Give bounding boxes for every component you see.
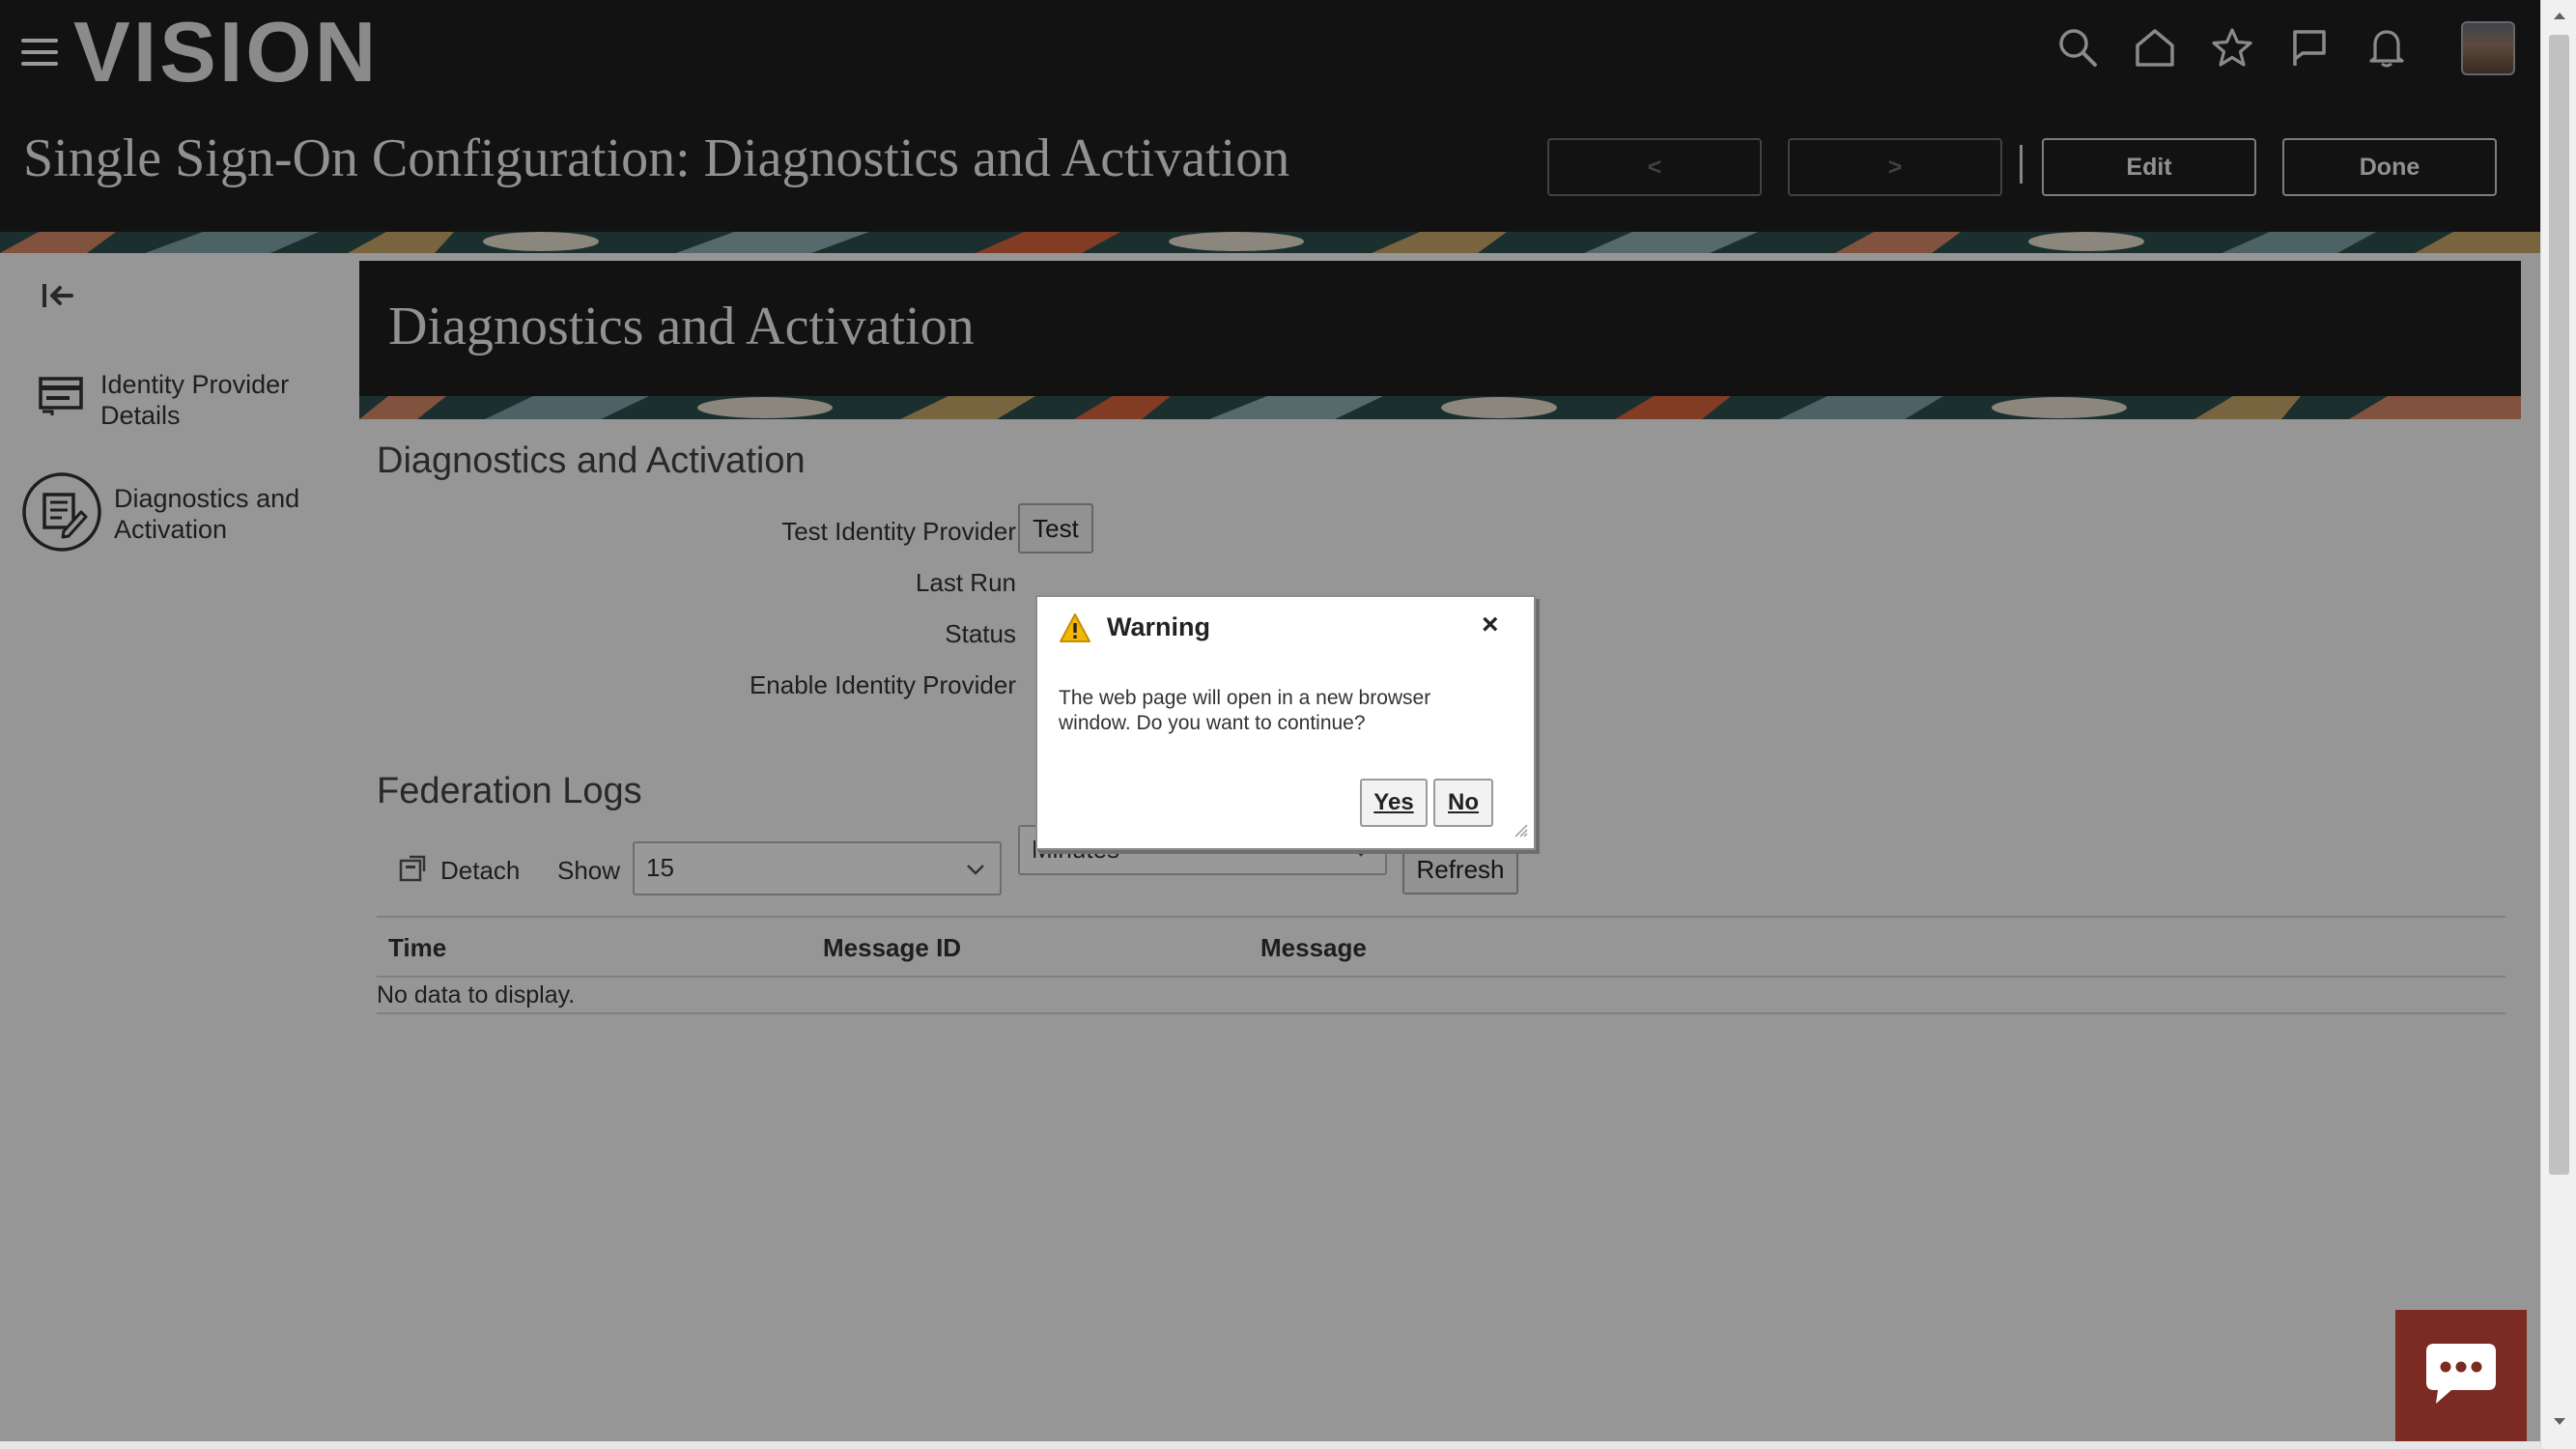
warning-dialog: Warning × The web page will open in a ne… <box>1035 595 1536 850</box>
vertical-scrollbar[interactable] <box>2540 0 2576 1449</box>
yes-button[interactable]: Yes <box>1360 779 1428 827</box>
scrollbar-thumb[interactable] <box>2549 35 2569 1175</box>
scroll-down-arrow-icon[interactable] <box>2552 1416 2567 1428</box>
scroll-up-arrow-icon[interactable] <box>2552 10 2567 21</box>
no-button[interactable]: No <box>1433 779 1493 827</box>
chat-bubble-icon <box>2422 1340 2500 1412</box>
dialog-message: The web page will open in a new browser … <box>1059 687 1431 734</box>
close-icon[interactable]: × <box>1482 611 1499 639</box>
warning-icon <box>1059 612 1091 648</box>
horizontal-scrollbar[interactable] <box>0 1441 2540 1449</box>
resize-grip-icon[interactable] <box>1513 822 1528 842</box>
page: VISION Single Sign-On Configuration: Dia… <box>0 0 2540 1441</box>
chat-launcher-button[interactable] <box>2395 1310 2527 1441</box>
dialog-title: Warning <box>1107 612 1210 641</box>
